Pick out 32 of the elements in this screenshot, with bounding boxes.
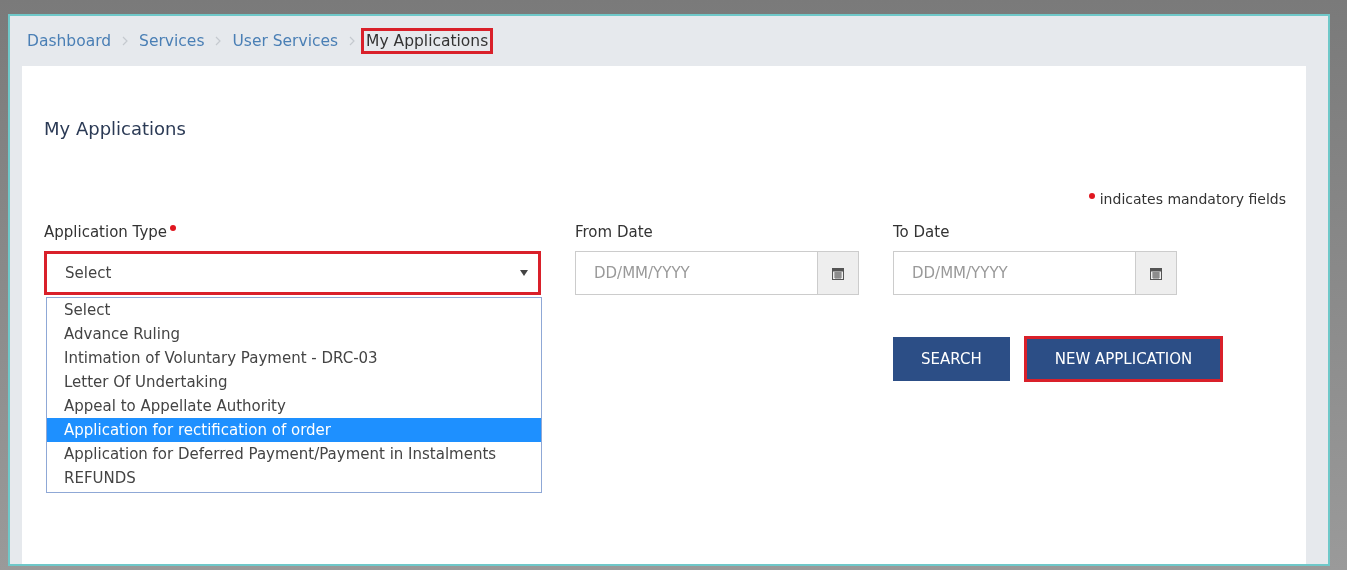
dropdown-option[interactable]: Intimation of Voluntary Payment - DRC-03 [47,346,541,370]
dropdown-option[interactable]: Letter Of Undertaking [47,370,541,394]
calendar-icon [832,266,844,280]
select-value: Select [65,264,112,282]
breadcrumb-link[interactable]: My Applications [361,28,494,54]
new-application-button[interactable]: NEW APPLICATION [1023,336,1224,382]
calendar-icon [1150,266,1162,280]
breadcrumb-link[interactable]: Dashboard [22,28,117,54]
field-label: Application Type [44,223,168,241]
dropdown-option[interactable]: Appeal to Appellate Authority [47,394,541,418]
breadcrumb-link[interactable]: Services [134,28,210,54]
mandatory-note: indicates mandatory fields [1099,191,1286,207]
date-field[interactable]: DD/MM/YYYY [575,251,817,295]
date-field[interactable]: DD/MM/YYYY [893,251,1135,295]
required-icon [1088,193,1095,199]
page-title: My Applications [44,118,186,139]
chevron-icon [349,36,356,46]
caret-icon [520,270,528,276]
chevron-icon [122,36,129,46]
chevron-icon [215,36,222,46]
calendar-button[interactable] [1135,251,1177,295]
dropdown-option[interactable]: Select [47,298,541,322]
field-label: To Date [893,223,950,241]
dropdown-option[interactable]: REFUNDS [47,466,541,490]
breadcrumb-link[interactable]: User Services [227,28,344,54]
calendar-button[interactable] [817,251,859,295]
search-button[interactable]: SEARCH [893,337,1010,381]
dropdown-option[interactable]: Application for Deferred Payment/Payment in Instalments [47,442,541,466]
application-type-select[interactable]: Select [44,251,541,295]
field-label: From Date [575,223,653,241]
required-icon [170,225,177,231]
dropdown-option[interactable]: Advance Ruling [47,322,541,346]
